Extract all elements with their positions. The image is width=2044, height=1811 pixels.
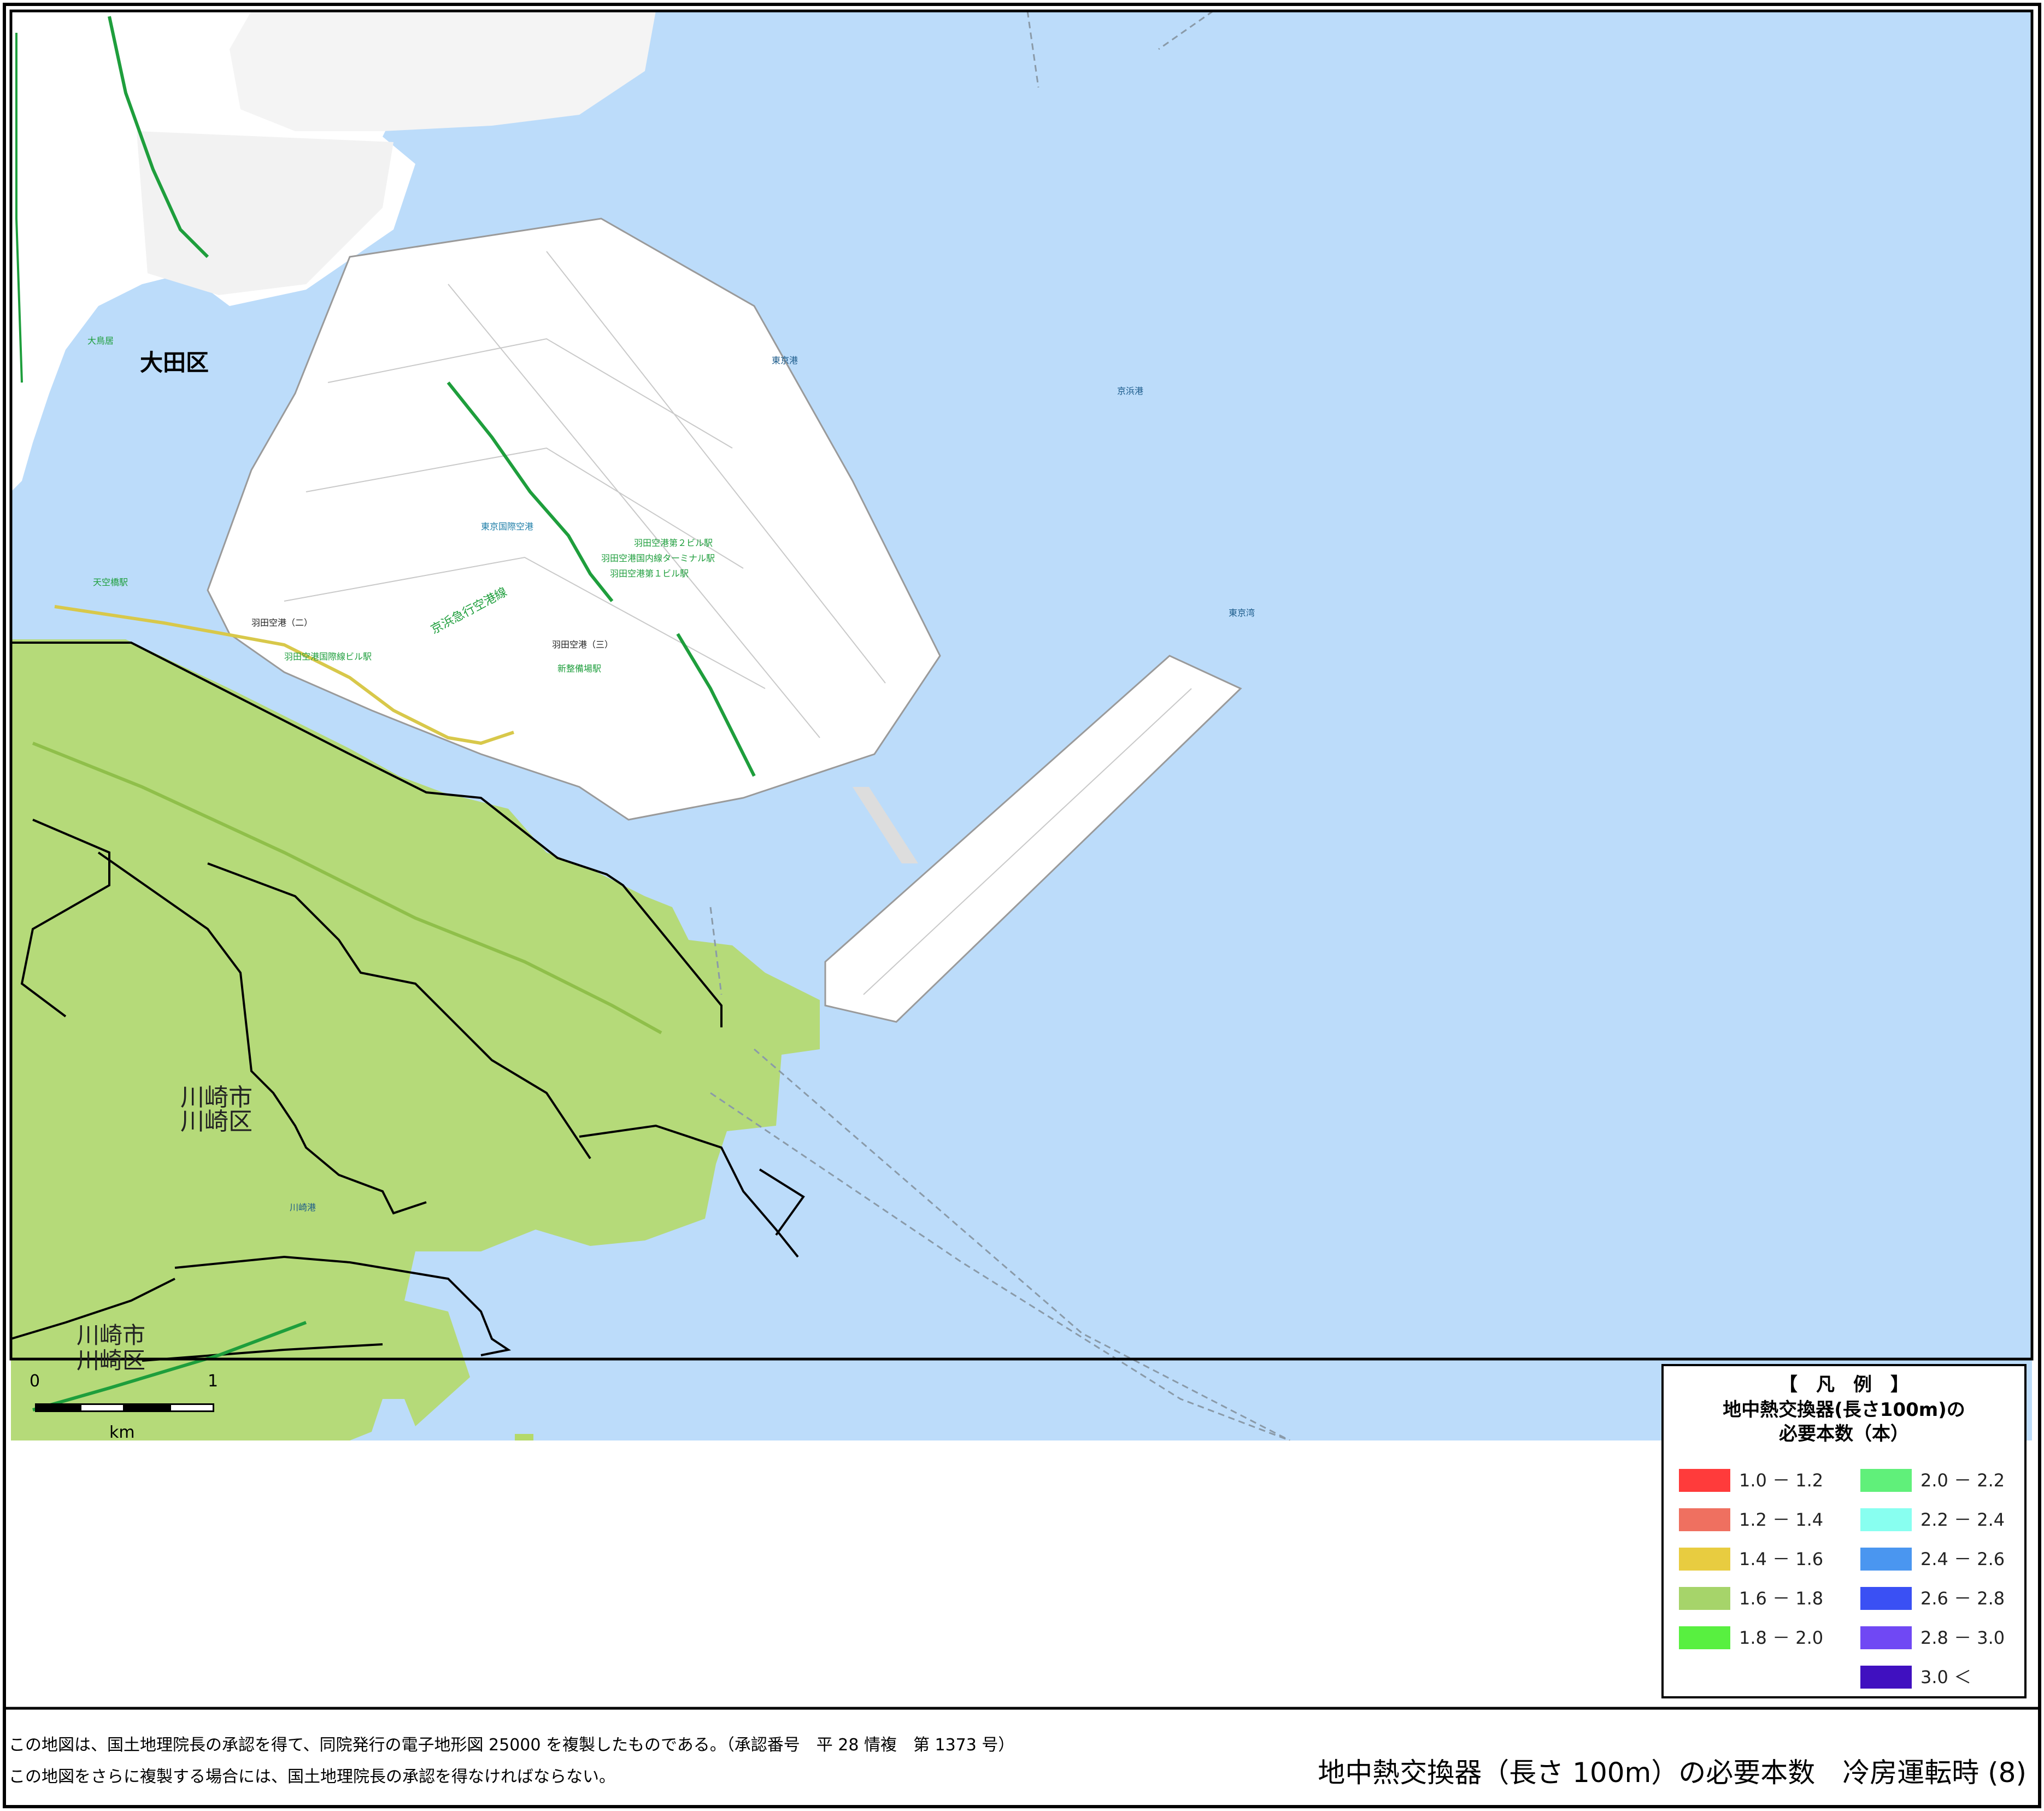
place-label-kawasaki-port: 川崎港: [290, 1202, 316, 1213]
legend-subtitle-line1: 地中熱交換器(長さ100m)の: [1723, 1399, 1965, 1421]
legend-label: 2.0 － 2.2: [1920, 1470, 2005, 1491]
station-label-intl: 羽田空港国際線ビル駅: [284, 651, 372, 662]
place-label-haneda-2: 羽田空港（二）: [251, 618, 313, 628]
legend-label: 2.4 － 2.6: [1920, 1549, 2005, 1569]
sea-label-tokyo-port: 東京港: [772, 355, 798, 366]
legend-label: 2.2 － 2.4: [1920, 1509, 2005, 1530]
legend-swatch: [1679, 1508, 1730, 1531]
station-label-shin-seibijo: 新整備場駅: [557, 663, 602, 674]
footer-reproduction-note: この地図をさらに複製する場合には、国土地理院長の承認を得なければならない。: [9, 1767, 615, 1786]
station-label-t2: 羽田空港第２ビル駅: [634, 538, 713, 548]
scale-segment-3: [125, 1403, 169, 1412]
legend-swatch: [1860, 1469, 1912, 1492]
blank-bottom-area: [11, 1440, 1656, 1705]
ward-label-kawasaki-ward: 川崎区: [180, 1108, 252, 1136]
scale-zero-label: 0: [30, 1372, 40, 1391]
ward-label-ota: 大田区: [140, 349, 209, 376]
station-label-t1: 羽田空港第１ビル駅: [610, 568, 689, 579]
legend-swatch: [1679, 1626, 1730, 1649]
place-label-otorii: 大鳥居: [87, 336, 114, 346]
legend-item: 2.4 － 2.6: [1860, 1547, 2024, 1572]
legend-item: 1.4 － 1.6: [1679, 1547, 1843, 1572]
legend-item: 1.0 － 1.2: [1679, 1468, 1843, 1493]
legend-swatch: [1860, 1508, 1912, 1531]
ward-label-kawasaki-ward-2: 川崎区: [77, 1347, 146, 1374]
legend-swatch: [1679, 1587, 1730, 1610]
legend-box: 【 凡 例 】 地中熱交換器(長さ100m)の 必要本数（本） 1.0 － 1.…: [1661, 1364, 2027, 1698]
legend-label: 2.8 － 3.0: [1920, 1627, 2005, 1648]
legend-item: 2.2 － 2.4: [1860, 1507, 2024, 1532]
legend-item: 2.0 － 2.2: [1860, 1468, 2024, 1493]
legend-item: 1.6 － 1.8: [1679, 1586, 1843, 1611]
scale-segment-1: [35, 1403, 80, 1412]
legend-label: 1.6 － 1.8: [1739, 1588, 1824, 1609]
legend-label: 3.0 ＜: [1920, 1667, 1972, 1687]
legend-swatch: [1860, 1666, 1912, 1689]
legend-item: 3.0 ＜: [1860, 1665, 2024, 1690]
footer-approval-note: この地図は、国土地理院長の承認を得て、同院発行の電子地形図 25000 を複製し…: [9, 1736, 1015, 1755]
scale-one-label: 1: [208, 1372, 219, 1391]
legend-swatch: [1679, 1469, 1730, 1492]
scale-bar: 0 1 km: [21, 1372, 228, 1448]
legend-title: 【 凡 例 】: [1779, 1374, 1909, 1396]
legend-swatch: [1860, 1548, 1912, 1571]
legend-swatch: [1860, 1626, 1912, 1649]
heat-class-bottom-patch: [515, 1434, 533, 1440]
legend-item: 2.6 － 2.8: [1860, 1586, 2024, 1611]
legend-label: 1.8 － 2.0: [1739, 1627, 1824, 1648]
legend-label: 1.0 － 1.2: [1739, 1470, 1824, 1491]
station-label-tenkubashi: 天空橋駅: [93, 577, 128, 587]
legend-label: 2.6 － 2.8: [1920, 1588, 2005, 1609]
place-label-haneda-3: 羽田空港（三）: [552, 639, 614, 650]
legend-item: 2.8 － 3.0: [1860, 1625, 2024, 1650]
station-label-domestic: 羽田空港国内線ターミナル駅: [601, 553, 715, 563]
legend-label: 1.4 － 1.6: [1739, 1549, 1824, 1569]
legend-item: 1.2 － 1.4: [1679, 1507, 1843, 1532]
footer: この地図は、国土地理院長の承認を得て、同院発行の電子地形図 25000 を複製し…: [0, 1708, 2044, 1811]
sea-label-tokyo-bay: 東京湾: [1229, 608, 1255, 618]
legend-subtitle-line2: 必要本数（本）: [1779, 1423, 1909, 1445]
place-label-tokyo-intl-airport: 東京国際空港: [481, 521, 534, 532]
scale-unit-label: km: [109, 1423, 135, 1442]
scale-segment-2: [80, 1403, 125, 1412]
legend-label: 1.2 － 1.4: [1739, 1509, 1824, 1530]
map-title: 地中熱交換器（長さ 100m）の必要本数 冷房運転時 (8): [1318, 1757, 2027, 1789]
scale-segment-4: [169, 1403, 214, 1412]
legend-swatch: [1679, 1548, 1730, 1571]
legend-item: 1.8 － 2.0: [1679, 1625, 1843, 1650]
legend-swatch: [1860, 1587, 1912, 1610]
sea-label-keihin-port: 京浜港: [1117, 386, 1144, 396]
